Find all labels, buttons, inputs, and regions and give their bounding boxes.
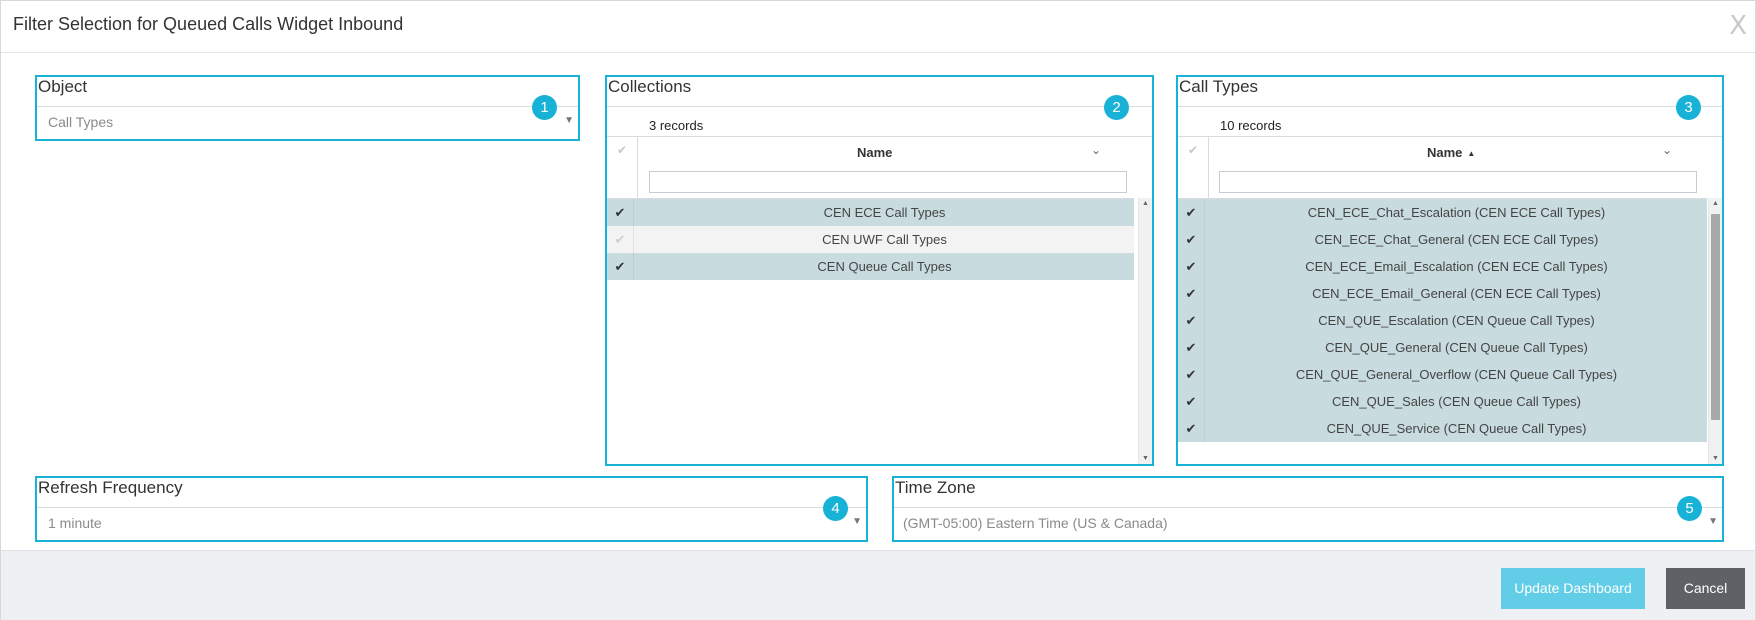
divider — [894, 507, 1722, 508]
table-row[interactable]: ✔ CEN_QUE_Service (CEN Queue Call Types) — [1178, 415, 1707, 442]
table-row[interactable]: ✔ CEN_ECE_Chat_Escalation (CEN ECE Call T… — [1178, 199, 1707, 226]
step-badge-4: 4 — [823, 496, 848, 521]
object-label: Object — [38, 77, 88, 96]
step-badge-3: 3 — [1676, 95, 1701, 120]
table-row[interactable]: ✔ CEN_ECE_Chat_General (CEN ECE Call Type… — [1178, 226, 1707, 253]
column-header-label: Name — [1427, 145, 1463, 160]
row-name: CEN_ECE_Email_General (CEN ECE Call Type… — [1312, 286, 1601, 301]
row-name: CEN ECE Call Types — [823, 205, 946, 220]
name-filter-input[interactable] — [649, 171, 1127, 193]
scroll-up-icon[interactable]: ▲ — [1142, 200, 1149, 207]
call-types-grid: Call Types 3 10 records ✔ Name ▲ ⌄ ✔ CEN_E… — [1176, 75, 1724, 466]
cancel-button[interactable]: Cancel — [1666, 568, 1745, 609]
check-icon[interactable]: ✔ — [1178, 361, 1205, 388]
name-filter-input[interactable] — [1219, 171, 1697, 193]
scroll-up-icon[interactable]: ▲ — [1712, 200, 1719, 207]
header-checkbox-column: ✔ — [607, 137, 638, 198]
time-zone-select[interactable]: Time Zone (GMT-05:00) Eastern Time (US &… — [892, 476, 1724, 542]
row-name: CEN_QUE_Service (CEN Queue Call Types) — [1326, 421, 1587, 436]
filter-dialog: Filter Selection for Queued Calls Widget… — [0, 0, 1756, 620]
record-count: 3 records — [649, 118, 704, 133]
row-name: CEN_ECE_Email_Escalation (CEN ECE Call T… — [1305, 259, 1608, 274]
object-value: Call Types — [48, 114, 114, 130]
call-types-label: Call Types — [1179, 77, 1259, 96]
table-row[interactable]: ✔ CEN_QUE_General (CEN Queue Call Types) — [1178, 334, 1707, 361]
row-name: CEN UWF Call Types — [822, 232, 947, 247]
check-icon[interactable]: ✔ — [1178, 415, 1205, 442]
refresh-frequency-value: 1 minute — [48, 515, 102, 531]
column-header-name[interactable]: Name ▲ — [1427, 145, 1475, 160]
chevron-down-icon[interactable]: ⌄ — [1662, 143, 1672, 157]
dialog-title: Filter Selection for Queued Calls Widget… — [13, 14, 404, 34]
row-name: CEN_QUE_Sales (CEN Queue Call Types) — [1331, 394, 1582, 409]
time-zone-label: Time Zone — [895, 478, 976, 497]
call-types-rows: ✔ CEN_ECE_Chat_Escalation (CEN ECE Call T… — [1178, 198, 1707, 442]
check-icon[interactable]: ✔ — [1178, 280, 1205, 307]
collections-rows: ✔ CEN ECE Call Types ✔ CEN UWF Call Types ✔ C… — [607, 198, 1134, 280]
table-row[interactable]: ✔ CEN_QUE_Escalation (CEN Queue Call Type… — [1178, 307, 1707, 334]
check-icon[interactable]: ✔ — [1178, 226, 1205, 253]
collections-label: Collections — [608, 77, 692, 96]
collections-grid: Collections 2 3 records ✔ Name ⌄ ✔ CEN EC… — [605, 75, 1154, 466]
column-header-label: Name — [857, 145, 893, 160]
caret-down-icon[interactable]: ▼ — [564, 115, 574, 126]
row-name: CEN_ECE_Chat_General (CEN ECE Call Types… — [1314, 232, 1599, 247]
record-count: 10 records — [1220, 118, 1282, 133]
caret-down-icon[interactable]: ▼ — [1708, 516, 1718, 527]
table-row[interactable]: ✔ CEN UWF Call Types — [607, 226, 1134, 253]
table-row[interactable]: ✔ CEN_QUE_Sales (CEN Queue Call Types) — [1178, 388, 1707, 415]
divider — [37, 106, 578, 107]
time-zone-value: (GMT-05:00) Eastern Time (US & Canada) — [903, 515, 1168, 531]
row-name: CEN_QUE_Escalation (CEN Queue Call Types… — [1318, 313, 1595, 328]
divider — [1178, 106, 1722, 107]
check-icon[interactable]: ✔ — [1178, 253, 1205, 280]
object-select[interactable]: Object Call Types ▼ 1 — [35, 75, 580, 141]
dialog-header: Filter Selection for Queued Calls Widget… — [1, 1, 1755, 53]
check-icon[interactable]: ✔ — [607, 253, 634, 280]
update-dashboard-button[interactable]: Update Dashboard — [1501, 568, 1645, 609]
caret-down-icon[interactable]: ▼ — [852, 516, 862, 527]
check-icon[interactable]: ✔ — [1178, 307, 1205, 334]
grid-header-divider — [607, 136, 1152, 137]
step-badge-2: 2 — [1104, 95, 1129, 120]
row-name: CEN_QUE_General_Overflow (CEN Queue Call… — [1295, 367, 1618, 382]
select-all-check-icon[interactable]: ✔ — [1188, 143, 1198, 157]
check-icon[interactable]: ✔ — [607, 199, 634, 226]
chevron-down-icon[interactable]: ⌄ — [1091, 143, 1101, 157]
check-icon[interactable]: ✔ — [1178, 388, 1205, 415]
call-types-scrollbar[interactable]: ▲ ▼ — [1708, 198, 1722, 464]
dialog-footer — [1, 550, 1755, 620]
table-row[interactable]: ✔ CEN Queue Call Types — [607, 253, 1134, 280]
row-name: CEN_ECE_Chat_Escalation (CEN ECE Call Ty… — [1307, 205, 1606, 220]
row-name: CEN Queue Call Types — [817, 259, 952, 274]
column-header-name[interactable]: Name — [857, 145, 892, 160]
select-all-check-icon[interactable]: ✔ — [617, 143, 627, 157]
close-icon[interactable]: X — [1729, 11, 1747, 41]
table-row[interactable]: ✔ CEN_ECE_Email_Escalation (CEN ECE Call … — [1178, 253, 1707, 280]
divider — [37, 507, 866, 508]
step-badge-1: 1 — [532, 95, 557, 120]
check-icon[interactable]: ✔ — [1178, 199, 1205, 226]
step-badge-5: 5 — [1677, 496, 1702, 521]
scroll-down-icon[interactable]: ▼ — [1142, 455, 1149, 462]
table-row[interactable]: ✔ CEN_QUE_General_Overflow (CEN Queue Cal… — [1178, 361, 1707, 388]
check-icon[interactable]: ✔ — [1178, 334, 1205, 361]
table-row[interactable]: ✔ CEN_ECE_Email_General (CEN ECE Call Typ… — [1178, 280, 1707, 307]
grid-header-divider — [1178, 136, 1722, 137]
scrollbar-thumb[interactable] — [1711, 214, 1720, 420]
refresh-frequency-label: Refresh Frequency — [38, 478, 183, 497]
header-checkbox-column: ✔ — [1178, 137, 1209, 198]
table-row[interactable]: ✔ CEN ECE Call Types — [607, 199, 1134, 226]
divider — [607, 106, 1152, 107]
refresh-frequency-select[interactable]: Refresh Frequency 1 minute ▼ 4 — [35, 476, 868, 542]
check-icon[interactable]: ✔ — [607, 226, 634, 253]
row-name: CEN_QUE_General (CEN Queue Call Types) — [1325, 340, 1588, 355]
scroll-down-icon[interactable]: ▼ — [1712, 455, 1719, 462]
sort-ascending-icon: ▲ — [1467, 149, 1476, 158]
collections-scrollbar[interactable]: ▲ ▼ — [1138, 198, 1152, 464]
